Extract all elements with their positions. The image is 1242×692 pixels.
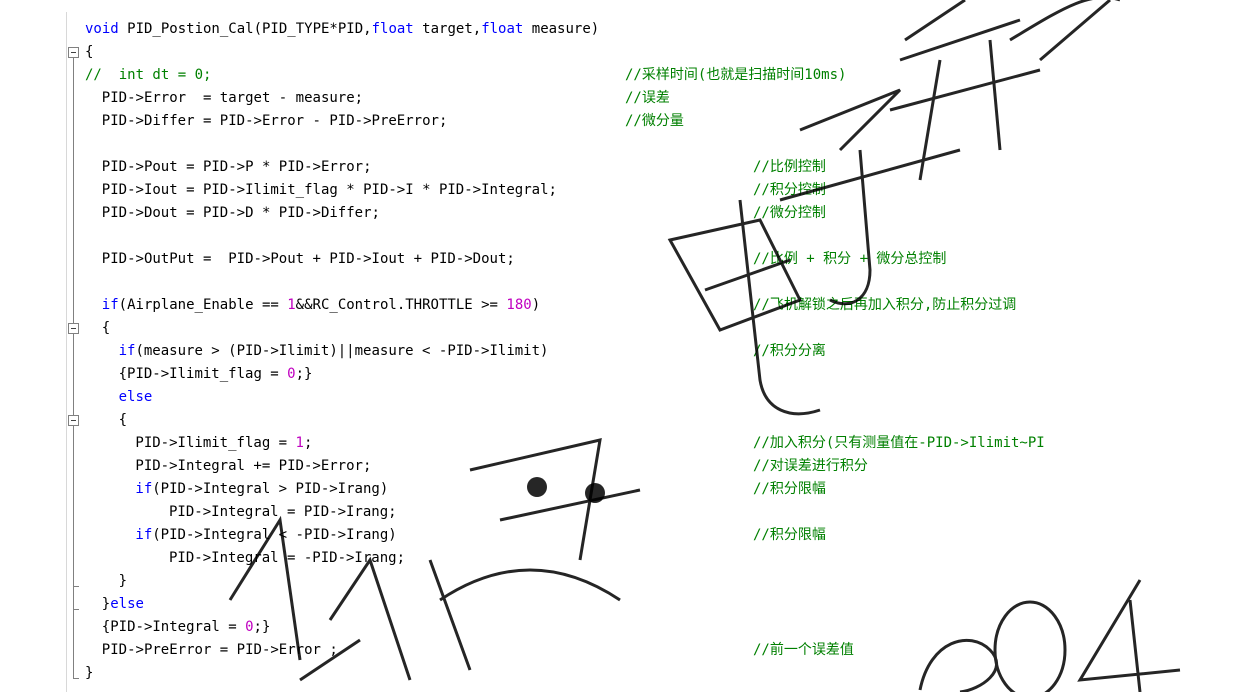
code-line[interactable]: if(PID->Integral < -PID->Irang) xyxy=(135,524,396,547)
code-token: } xyxy=(85,665,94,681)
code-line[interactable]: PID->Integral = -PID->Irang; xyxy=(169,547,405,570)
code-token: PID->Integral = -PID->Irang; xyxy=(169,550,406,566)
code-token: (PID->Integral > PID->Irang) xyxy=(152,481,389,497)
code-token: ; xyxy=(303,435,313,451)
code-line[interactable]: {PID->Integral = 0;} xyxy=(102,616,271,639)
code-token: PID->Dout = PID->D * PID->Differ; xyxy=(101,205,380,221)
keyword-token: void xyxy=(85,21,119,37)
code-line[interactable]: PID->Differ = PID->Error - PID->PreError… xyxy=(102,110,448,133)
code-line[interactable]: PID->Pout = PID->P * PID->Error; xyxy=(102,156,372,179)
code-line[interactable]: PID->Integral = PID->Irang; xyxy=(169,501,397,524)
code-token: &&RC_Control.THROTTLE >= xyxy=(295,297,507,313)
code-token: PID->Differ = PID->Error - PID->PreError… xyxy=(101,113,448,129)
code-line[interactable]: PID->Error = target - measure; xyxy=(102,87,363,110)
code-line[interactable]: if(measure > (PID->Ilimit)||measure < -P… xyxy=(119,340,549,363)
code-token: } xyxy=(101,596,111,612)
code-comment: //比例控制 xyxy=(753,159,826,175)
code-line[interactable]: PID->Ilimit_flag = 1; xyxy=(135,432,312,455)
number-token: 180 xyxy=(506,297,532,313)
code-line[interactable]: } xyxy=(119,570,127,593)
code-token: { xyxy=(101,320,111,336)
keyword-token: if xyxy=(135,481,153,497)
code-line[interactable]: { xyxy=(85,41,93,64)
code-token: (Airplane_Enable == xyxy=(118,297,288,313)
code-token: ;} xyxy=(295,366,313,382)
screenshot-stage: void PID_Postion_Cal(PID_TYPE*PID,float … xyxy=(0,0,1242,692)
fold-gutter xyxy=(67,12,85,692)
code-token: PID->Error = target - measure; xyxy=(101,90,364,106)
code-token: {PID->Integral = xyxy=(101,619,246,635)
code-line[interactable]: if(Airplane_Enable == 1&&RC_Control.THRO… xyxy=(102,294,540,317)
keyword-token: float xyxy=(481,21,524,37)
number-token: 0 xyxy=(245,619,254,635)
code-token: ;} xyxy=(253,619,271,635)
code-line[interactable]: {PID->Ilimit_flag = 0;} xyxy=(119,363,313,386)
code-comment: //前一个误差值 xyxy=(753,642,854,658)
code-token: (PID->Integral < -PID->Irang) xyxy=(152,527,397,543)
number-token: 1 xyxy=(295,435,304,451)
code-token: PID->Pout = PID->P * PID->Error; xyxy=(101,159,372,175)
code-token: PID->Iout = PID->Ilimit_flag * PID->I * … xyxy=(101,182,557,198)
code-token: measure) xyxy=(523,21,600,37)
code-token: PID->PreError = PID->Error ; xyxy=(101,642,338,658)
code-token: PID->Integral = PID->Irang; xyxy=(169,504,397,520)
fold-end-marker xyxy=(73,609,79,610)
fold-toggle-icon[interactable] xyxy=(68,323,79,334)
code-comment: //微分控制 xyxy=(753,205,826,221)
keyword-token: if xyxy=(101,297,119,313)
code-comment: //飞机解锁之后再加入积分,防止积分过调 xyxy=(753,297,1017,313)
code-comment: //微分量 xyxy=(625,113,684,129)
number-token: 0 xyxy=(287,366,296,382)
number-token: 1 xyxy=(287,297,296,313)
code-line[interactable]: PID->OutPut = PID->Pout + PID->Iout + PI… xyxy=(102,248,515,271)
code-line[interactable]: { xyxy=(102,317,110,340)
fold-end-marker xyxy=(73,586,79,587)
code-comment: //比例 + 积分 + 微分总控制 xyxy=(753,251,947,267)
code-line[interactable]: }else xyxy=(102,593,144,616)
code-comment: //对误差进行积分 xyxy=(753,458,868,474)
code-line[interactable]: } xyxy=(85,662,93,685)
fold-guide xyxy=(73,426,74,586)
keyword-token: if xyxy=(118,343,136,359)
code-token: { xyxy=(118,412,128,428)
code-line[interactable]: else xyxy=(119,386,153,409)
fold-end-marker xyxy=(73,678,79,679)
fold-toggle-icon[interactable] xyxy=(68,47,79,58)
code-comment: //积分限幅 xyxy=(753,481,826,497)
code-line[interactable]: PID->Integral += PID->Error; xyxy=(135,455,371,478)
code-line[interactable]: if(PID->Integral > PID->Irang) xyxy=(135,478,388,501)
code-editor[interactable]: void PID_Postion_Cal(PID_TYPE*PID,float … xyxy=(66,12,1242,692)
code-line[interactable]: { xyxy=(119,409,127,432)
code-line[interactable]: PID->Iout = PID->Ilimit_flag * PID->I * … xyxy=(102,179,557,202)
code-token: target, xyxy=(413,21,482,37)
code-token: PID->OutPut = PID->Pout + PID->Iout + PI… xyxy=(101,251,515,267)
code-line[interactable]: // int dt = 0; xyxy=(85,64,211,87)
code-comment: //采样时间(也就是扫描时间10ms) xyxy=(625,67,847,83)
code-comment: //积分分离 xyxy=(753,343,826,359)
keyword-token: float xyxy=(371,21,414,37)
keyword-token: else xyxy=(118,389,153,405)
code-line[interactable]: PID->PreError = PID->Error ; xyxy=(102,639,338,662)
code-token: {PID->Ilimit_flag = xyxy=(118,366,288,382)
code-token: { xyxy=(85,44,94,60)
code-token: } xyxy=(118,573,128,589)
code-comment: //加入积分(只有测量值在-PID->Ilimit~PI xyxy=(753,435,1045,451)
code-token: PID->Integral += PID->Error; xyxy=(135,458,372,474)
code-comment: //积分控制 xyxy=(753,182,826,198)
keyword-token: else xyxy=(110,596,144,612)
code-line[interactable]: PID->Dout = PID->D * PID->Differ; xyxy=(102,202,380,225)
comment-token: // int dt = 0; xyxy=(85,67,212,83)
keyword-token: if xyxy=(135,527,153,543)
fold-toggle-icon[interactable] xyxy=(68,415,79,426)
code-comment: //误差 xyxy=(625,90,670,106)
code-token: (measure > (PID->Ilimit)||measure < -PID… xyxy=(135,343,549,359)
code-comment: //积分限幅 xyxy=(753,527,826,543)
code-token: ) xyxy=(531,297,541,313)
code-line[interactable]: void PID_Postion_Cal(PID_TYPE*PID,float … xyxy=(85,18,599,41)
code-token: PID_Postion_Cal(PID_TYPE*PID, xyxy=(118,21,372,37)
code-token: PID->Ilimit_flag = xyxy=(135,435,296,451)
